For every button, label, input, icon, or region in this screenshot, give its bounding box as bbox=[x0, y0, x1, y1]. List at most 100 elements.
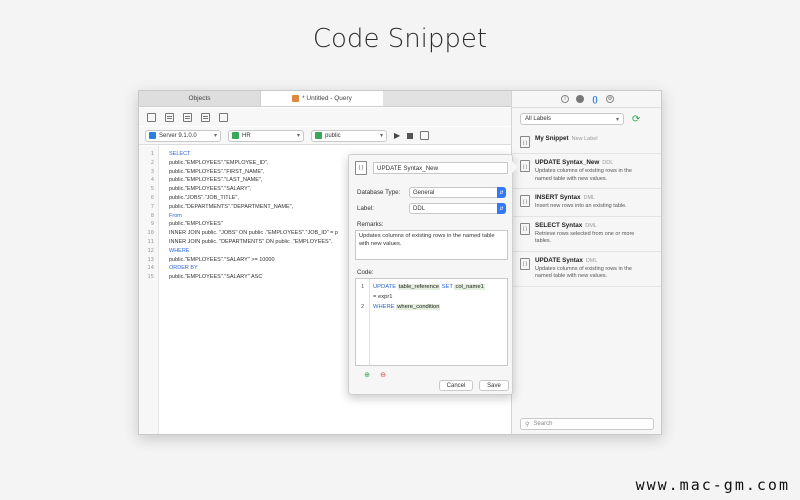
snippet-code: UPDATE table_reference SET col_name1 = e… bbox=[370, 279, 507, 365]
chevron-down-icon: ▾ bbox=[379, 133, 383, 139]
snippet-title: SELECT Syntax bbox=[535, 221, 583, 229]
db-type-value: General bbox=[413, 189, 435, 196]
labels-filter-select[interactable]: All Labels ▾ bbox=[520, 113, 624, 125]
snippet-code-editor[interactable]: 1 2 UPDATE table_reference SET col_name1… bbox=[355, 278, 508, 366]
line-number: 2 bbox=[150, 159, 154, 166]
line-number: 5 bbox=[150, 186, 154, 193]
stop-icon[interactable] bbox=[407, 132, 414, 139]
label-select[interactable]: DDL ⇵ bbox=[409, 203, 506, 214]
line-number: 1 bbox=[150, 151, 154, 157]
server-select[interactable]: Server 9.1.0.0 ▾ bbox=[145, 129, 221, 142]
server-icon bbox=[149, 132, 156, 139]
snippet-item[interactable]: { } UPDATE Syntax DML Updates columns of … bbox=[512, 252, 661, 287]
snippet-name-input[interactable]: UPDATE Syntax_New bbox=[373, 162, 508, 174]
select-stepper-icon: ⇵ bbox=[497, 203, 506, 214]
search-placeholder: Search bbox=[533, 421, 553, 427]
toolbar-actions bbox=[139, 108, 511, 126]
line-number: 7 bbox=[150, 203, 154, 210]
line-number bbox=[356, 292, 369, 302]
cancel-button[interactable]: Cancel bbox=[439, 380, 473, 391]
format-icon[interactable] bbox=[183, 112, 192, 122]
snippet-code-line: UPDATE table_reference SET col_name1 bbox=[373, 282, 507, 292]
snippet-icon: { } bbox=[520, 222, 530, 235]
keyword: UPDATE bbox=[373, 284, 397, 290]
placeholder-token[interactable]: table_reference bbox=[397, 284, 441, 290]
snippet-tag: DML bbox=[583, 195, 596, 201]
toolbar-connection: Server 9.1.0.0 ▾ HR ▾ public ▾ ▶ bbox=[139, 127, 511, 145]
schema-select[interactable]: public ▾ bbox=[311, 129, 387, 142]
snippet-icon: { } bbox=[520, 136, 530, 148]
snippet-item[interactable]: { } SELECT Syntax DML Retrieve rows selec… bbox=[512, 217, 661, 252]
snippet-icon: { } bbox=[520, 160, 530, 172]
snippet-tag: DDL bbox=[602, 160, 614, 166]
snippet-item[interactable]: { } My Snippet New Label bbox=[512, 130, 661, 154]
document-icon[interactable] bbox=[201, 112, 210, 122]
copy-icon[interactable] bbox=[165, 112, 174, 122]
explain-icon[interactable] bbox=[420, 131, 430, 140]
schema-select-value: public bbox=[325, 132, 341, 139]
placeholder-token[interactable]: where_condition bbox=[396, 304, 441, 310]
sidebar-tabbar: i () ⚙ bbox=[512, 91, 661, 108]
save-icon[interactable] bbox=[147, 112, 156, 122]
line-number: 4 bbox=[150, 177, 154, 184]
snippet-desc: Insert new rows into an existing table. bbox=[535, 203, 627, 209]
info-icon[interactable]: i bbox=[561, 95, 569, 103]
snippet-desc: Updates columns of existing rows in the … bbox=[535, 168, 632, 182]
tab-query[interactable]: * Untitled - Query bbox=[261, 91, 383, 106]
snippet-tag: New Label bbox=[571, 136, 598, 142]
remove-placeholder-icon[interactable]: ⊖ bbox=[378, 371, 388, 379]
database-icon bbox=[232, 132, 239, 139]
snippet-title: UPDATE Syntax_New bbox=[535, 159, 600, 166]
line-number: 12 bbox=[147, 247, 154, 254]
snippet-desc: Updates columns of existing rows in the … bbox=[535, 265, 632, 280]
watermark: www.mac-gm.com bbox=[635, 476, 790, 494]
line-number: 11 bbox=[147, 238, 154, 245]
snippet-title: My Snippet bbox=[535, 135, 569, 142]
line-number: 6 bbox=[150, 194, 154, 201]
line-number: 8 bbox=[150, 212, 154, 219]
query-icon bbox=[292, 95, 300, 102]
tab-bar: Objects * Untitled - Query bbox=[139, 91, 511, 107]
code-label: Code: bbox=[357, 269, 374, 276]
keyword: SET bbox=[441, 284, 453, 290]
snippet-icon: { } bbox=[355, 161, 367, 175]
snippet-tag: DML bbox=[585, 222, 597, 229]
tab-objects[interactable]: Objects bbox=[139, 91, 261, 106]
line-number: 2 bbox=[360, 304, 365, 310]
add-snippet-icon[interactable]: ⟳ bbox=[632, 114, 640, 125]
line-number: 3 bbox=[150, 168, 154, 175]
db-type-select[interactable]: General ⇵ bbox=[409, 187, 506, 198]
object-icon[interactable] bbox=[576, 95, 584, 103]
snippet-code-line: = expr1 bbox=[373, 294, 393, 300]
snippet-search-input[interactable]: ⚲ Search bbox=[520, 418, 654, 430]
remarks-textarea[interactable]: Updates columns of existing rows in the … bbox=[355, 230, 508, 260]
label-value: DDL bbox=[413, 205, 426, 212]
line-number: 9 bbox=[150, 221, 154, 228]
server-select-value: Server 9.1.0.0 bbox=[159, 132, 197, 139]
snippet-icon: { } bbox=[520, 195, 530, 207]
snippet-item[interactable]: { } INSERT Syntax DML Insert new rows int… bbox=[512, 189, 661, 217]
select-stepper-icon: ⇵ bbox=[497, 187, 506, 198]
build-icon[interactable] bbox=[219, 112, 228, 122]
snippet-tag: DML bbox=[585, 257, 598, 264]
tab-query-label: * Untitled - Query bbox=[302, 95, 352, 102]
placeholder-token[interactable]: col_name1 bbox=[454, 284, 485, 290]
popover-arrow bbox=[512, 161, 518, 173]
database-select[interactable]: HR ▾ bbox=[228, 129, 304, 142]
add-placeholder-icon[interactable]: ⊕ bbox=[362, 371, 372, 379]
snippet-icon: { } bbox=[520, 257, 530, 270]
snippet-item[interactable]: { } UPDATE Syntax_New DDL Updates columns… bbox=[512, 154, 661, 189]
snippet-edit-popover: { } UPDATE Syntax_New Database Type: Gen… bbox=[348, 154, 518, 395]
page-title: Code Snippet bbox=[312, 24, 488, 54]
code-snippet-icon[interactable]: () bbox=[591, 95, 599, 104]
chevron-down-icon: ▾ bbox=[213, 133, 217, 139]
save-button[interactable]: Save bbox=[479, 380, 509, 391]
run-icon[interactable]: ▶ bbox=[394, 131, 400, 140]
database-select-value: HR bbox=[242, 132, 251, 139]
line-number: 10 bbox=[147, 230, 154, 237]
settings-icon[interactable]: ⚙ bbox=[606, 95, 614, 103]
line-number: 15 bbox=[147, 274, 154, 281]
line-number: 14 bbox=[147, 265, 154, 272]
label-label: Label: bbox=[357, 205, 374, 212]
labels-filter-value: All Labels bbox=[525, 116, 552, 122]
